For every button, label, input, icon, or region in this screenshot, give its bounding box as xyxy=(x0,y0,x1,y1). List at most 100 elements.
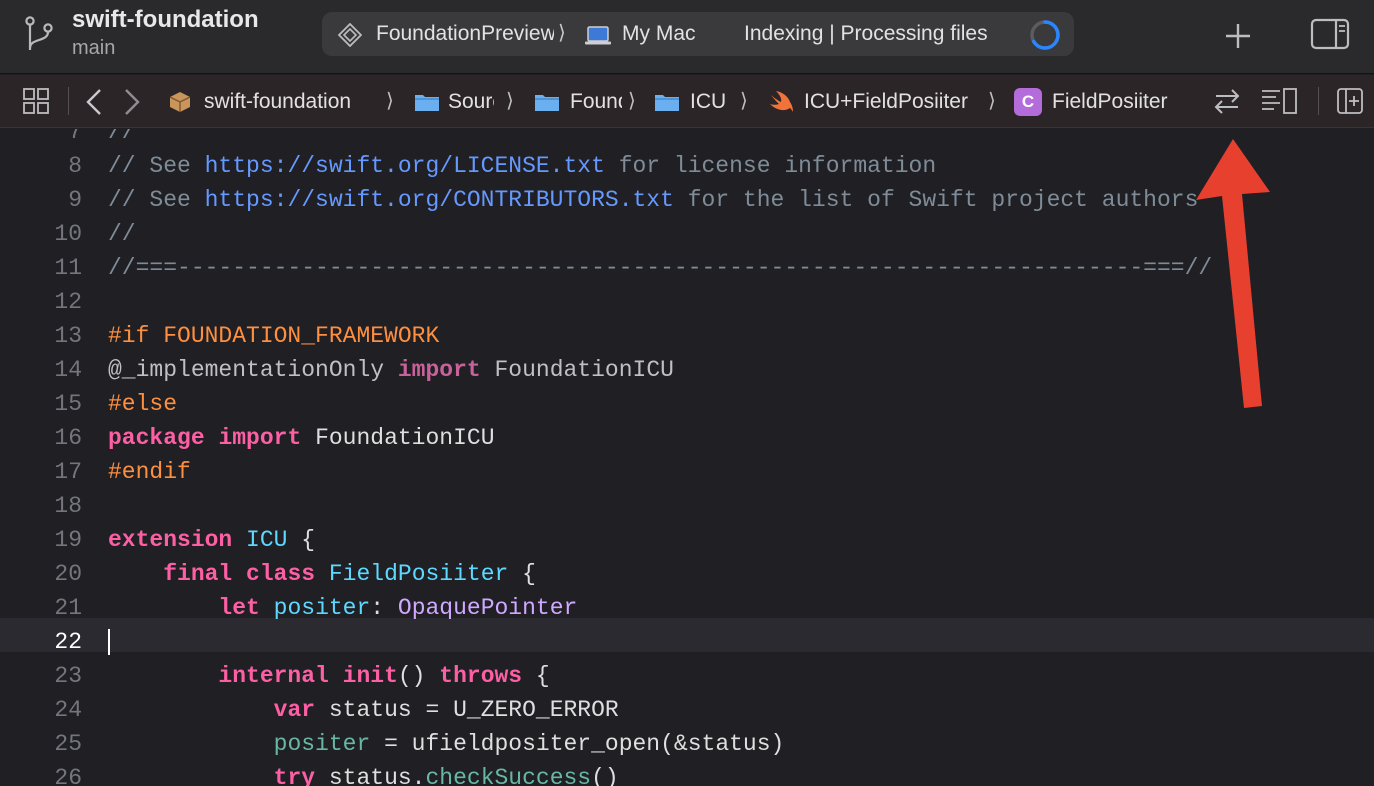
code-token: { xyxy=(287,527,316,553)
line-number: 11 xyxy=(54,255,82,281)
code-text: package import FoundationICU xyxy=(108,421,495,455)
breadcrumb-item-foundation[interactable]: Foundation xyxy=(534,75,622,128)
breadcrumb-item-class[interactable]: C FieldPosiiter xyxy=(1014,75,1168,128)
line-number: 26 xyxy=(54,765,82,786)
code-line[interactable]: 20 final class FieldPosiiter { xyxy=(0,557,1374,591)
code-token: = ufieldpositer_open(&status) xyxy=(370,731,785,757)
line-number: 20 xyxy=(54,561,82,587)
code-line[interactable]: 10 // xyxy=(0,217,1374,251)
code-line[interactable]: 22 xyxy=(0,625,1374,659)
divider xyxy=(68,87,69,115)
breadcrumb-item-file[interactable]: ICU+FieldPosiiter xyxy=(768,75,968,128)
code-token: positer xyxy=(273,595,371,621)
code-text: #endif xyxy=(108,455,191,489)
forward-chevron-icon[interactable] xyxy=(122,87,142,117)
line-number: 10 xyxy=(54,221,82,247)
code-line[interactable]: 8 // See https://swift.org/LICENSE.txt fo… xyxy=(0,149,1374,183)
code-token: import xyxy=(218,425,302,451)
line-number: 15 xyxy=(54,391,82,417)
code-text: // xyxy=(108,129,136,149)
chevron-right-icon: ⟩ xyxy=(386,90,394,112)
code-line[interactable]: 18 xyxy=(0,489,1374,523)
code-token: { xyxy=(508,561,536,587)
code-line[interactable]: 19 extension ICU { xyxy=(0,523,1374,557)
code-token: () xyxy=(397,663,440,689)
breadcrumb-label: Foundation xyxy=(570,89,622,113)
branch-name[interactable]: main xyxy=(72,37,115,60)
code-token: // See xyxy=(108,187,205,213)
code-line[interactable]: 12 xyxy=(0,285,1374,319)
code-text: positer = ufieldpositer_open(&status) xyxy=(108,727,785,761)
code-token: FoundationICU xyxy=(480,357,674,383)
line-number: 7 xyxy=(68,129,82,145)
code-token: { xyxy=(522,663,550,689)
code-text: try status.checkSuccess() xyxy=(108,761,619,786)
scheme-icon xyxy=(338,23,362,47)
source-control-branch-icon[interactable] xyxy=(24,16,56,54)
scheme-selector[interactable]: FoundationPreview xyxy=(376,22,554,46)
code-line[interactable]: 14 @_implementationOnly import Foundation… xyxy=(0,353,1374,387)
code-line[interactable]: 15 #else xyxy=(0,387,1374,421)
folder-icon xyxy=(415,94,439,111)
line-number: 13 xyxy=(54,323,82,349)
class-icon: C xyxy=(1014,87,1042,116)
related-items-grid-icon[interactable] xyxy=(22,87,50,115)
line-number: 21 xyxy=(54,595,82,621)
code-line[interactable]: 25 positer = ufieldpositer_open(&status) xyxy=(0,727,1374,761)
code-token: : xyxy=(370,595,398,621)
swift-file-icon xyxy=(770,90,793,112)
code-text: // See https://swift.org/CONTRIBUTORS.tx… xyxy=(108,183,1198,217)
code-line[interactable]: 9 // See https://swift.org/CONTRIBUTORS.t… xyxy=(0,183,1374,217)
code-line[interactable]: 7 // xyxy=(0,129,1374,149)
code-token: for the list of Swift project authors xyxy=(673,187,1199,213)
code-line[interactable]: 11 //===---------------------------------… xyxy=(0,251,1374,285)
code-token: // xyxy=(108,221,136,247)
swap-arrows-icon[interactable] xyxy=(1212,87,1242,115)
code-token: let xyxy=(218,595,260,621)
code-line[interactable]: 21 let positer: OpaquePointer xyxy=(0,591,1374,625)
chevron-right-icon: ⟩ xyxy=(740,90,748,112)
laptop-icon xyxy=(585,26,611,45)
editor-options-icon[interactable] xyxy=(1260,87,1300,115)
code-line[interactable]: 16 package import FoundationICU xyxy=(0,421,1374,455)
code-token: package xyxy=(108,425,205,451)
divider xyxy=(1318,87,1319,115)
code-line[interactable]: 24 var status = U_ZERO_ERROR xyxy=(0,693,1374,727)
code-token: status = U_ZERO_ERROR xyxy=(315,697,619,723)
code-token: throws xyxy=(439,663,523,689)
code-token: https://swift.org/LICENSE.txt xyxy=(204,153,605,179)
chevron-right-icon: ⟩ xyxy=(506,90,514,112)
add-button[interactable] xyxy=(1216,16,1260,56)
run-destination-selector[interactable]: My Mac xyxy=(622,22,696,46)
package-icon xyxy=(169,91,191,112)
back-chevron-icon[interactable] xyxy=(84,87,104,117)
project-name[interactable]: swift-foundation xyxy=(72,6,259,34)
line-number: 23 xyxy=(54,663,82,689)
code-line[interactable]: 26 try status.checkSuccess() xyxy=(0,761,1374,786)
inspector-toggle-button[interactable] xyxy=(1306,16,1354,52)
line-number: 9 xyxy=(68,187,82,213)
code-token: positer xyxy=(273,731,371,757)
code-token: #endif xyxy=(108,459,191,485)
line-number: 18 xyxy=(54,493,82,519)
code-token: import xyxy=(397,357,481,383)
line-number: 22 xyxy=(54,629,82,655)
breadcrumb-item-package[interactable]: swift-foundation xyxy=(168,75,351,128)
code-line[interactable]: 23 internal init() throws { xyxy=(0,659,1374,693)
code-line[interactable]: 17 #endif xyxy=(0,455,1374,489)
line-number: 24 xyxy=(54,697,82,723)
breadcrumb-item-icu[interactable]: ICU xyxy=(654,75,726,128)
line-number: 14 xyxy=(54,357,82,383)
breadcrumb-label: ICU xyxy=(690,89,727,113)
source-editor[interactable]: 7 // 8 // See https://swift.org/LICENSE.txt… xyxy=(0,129,1374,786)
code-token: checkSuccess xyxy=(425,765,592,786)
breadcrumb-item-sources[interactable]: Sources xyxy=(414,75,494,128)
line-number: 25 xyxy=(54,731,82,757)
code-line[interactable]: 13 #if FOUNDATION_FRAMEWORK xyxy=(0,319,1374,353)
code-token: var xyxy=(273,697,316,723)
add-editor-pane-icon[interactable] xyxy=(1336,87,1364,115)
code-token: try xyxy=(273,765,316,786)
